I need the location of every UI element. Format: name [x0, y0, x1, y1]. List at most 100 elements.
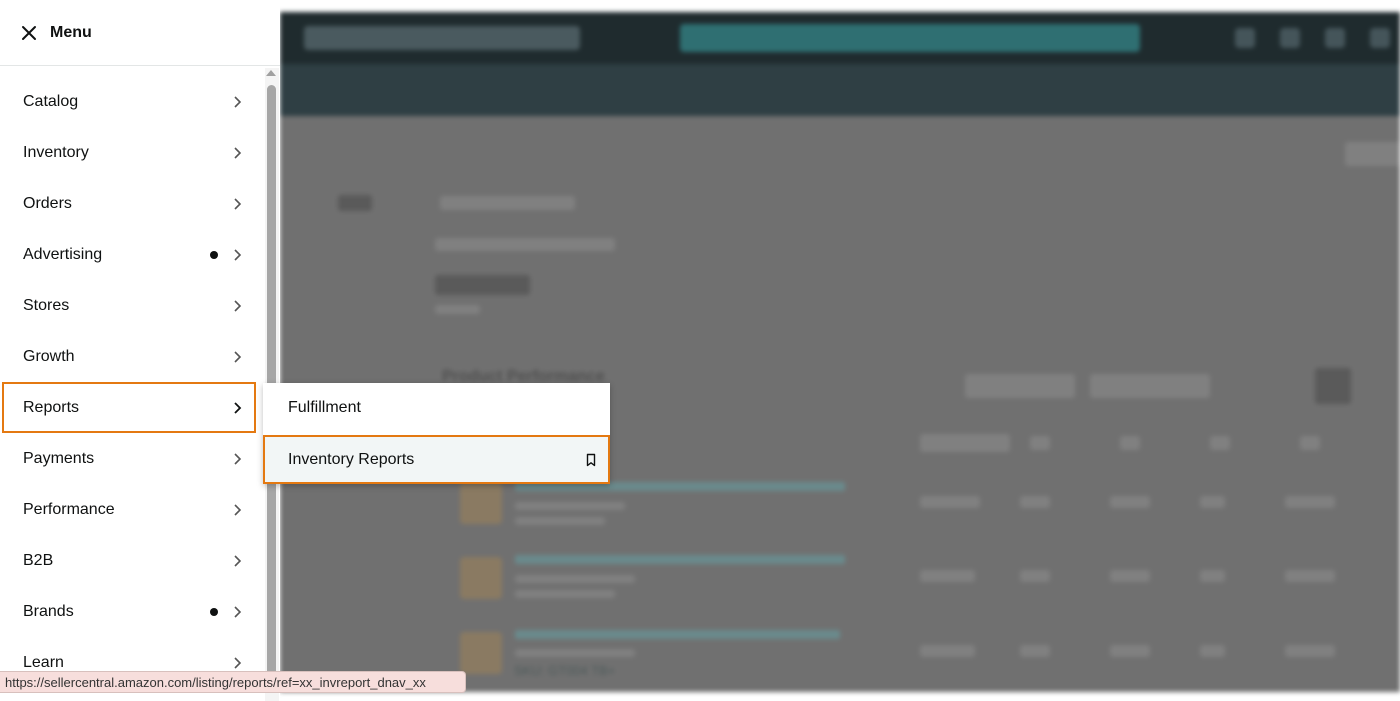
background-block [1030, 436, 1050, 450]
menu-item-reports[interactable]: Reports [2, 382, 256, 433]
background-block [338, 195, 372, 211]
side-menu: Menu Catalog Inventory Orders Advertisin… [0, 0, 280, 701]
reports-submenu: Fulfillment Inventory Reports [263, 383, 610, 484]
background-block [1020, 496, 1050, 508]
background-top-bar [280, 12, 1400, 64]
background-block [1120, 436, 1140, 450]
menu-item-performance[interactable]: Performance [0, 484, 264, 535]
background-block [920, 496, 980, 508]
close-icon[interactable] [20, 24, 38, 42]
menu-item-advertising[interactable]: Advertising [0, 229, 264, 280]
notification-dot [210, 607, 218, 616]
status-url: https://sellercentral.amazon.com/listing… [5, 674, 426, 690]
submenu-item-label: Inventory Reports [288, 450, 415, 468]
background-block [515, 575, 635, 583]
background-block [1300, 436, 1320, 450]
menu-item-label: Performance [23, 500, 115, 518]
background-thumbnail [460, 557, 502, 599]
menu-item-stores[interactable]: Stores [0, 280, 264, 331]
menu-item-label: B2B [23, 551, 54, 569]
chevron-right-icon [234, 95, 242, 108]
background-block [1200, 496, 1225, 508]
background-block [435, 238, 615, 251]
background-page: Product Performance SKU: GT004 TB+ [280, 12, 1400, 692]
chevron-right-icon [234, 656, 242, 669]
chevron-right-icon [234, 401, 242, 414]
background-thumbnail [460, 482, 502, 524]
background-thumbnail [460, 632, 502, 674]
background-block [920, 645, 975, 657]
background-block [1210, 436, 1230, 450]
submenu-item-label: Fulfillment [288, 398, 361, 416]
menu-title: Menu [50, 23, 92, 41]
menu-item-growth[interactable]: Growth [0, 331, 264, 382]
background-block [515, 502, 625, 510]
menu-item-label: Reports [23, 398, 80, 416]
background-link [515, 630, 840, 639]
chevron-right-icon [234, 350, 242, 363]
menu-item-label: Brands [23, 602, 74, 620]
menu-item-label: Payments [23, 449, 95, 467]
chevron-right-icon [234, 299, 242, 312]
menu-item-b2b[interactable]: B2B [0, 535, 264, 586]
status-url-bar: https://sellercentral.amazon.com/listing… [0, 671, 466, 693]
background-block [435, 305, 480, 314]
menu-item-label: Orders [23, 194, 72, 212]
background-block [515, 590, 615, 598]
background-block [965, 374, 1075, 398]
background-block [1315, 368, 1351, 404]
menu-item-brands[interactable]: Brands [0, 586, 264, 637]
background-icon [1235, 28, 1255, 48]
background-icon [1280, 28, 1300, 48]
background-link [515, 555, 845, 564]
background-block [1110, 570, 1150, 582]
background-block [1285, 570, 1335, 582]
background-block [1285, 645, 1335, 657]
menu-item-label: Stores [23, 296, 70, 314]
menu-item-inventory[interactable]: Inventory [0, 127, 264, 178]
menu-item-label: Learn [23, 653, 64, 671]
menu-item-label: Catalog [23, 92, 79, 110]
background-sku: SKU: GT004 TB+ [514, 663, 616, 678]
background-icon [1325, 28, 1345, 48]
background-block [1110, 645, 1150, 657]
chevron-right-icon [234, 197, 242, 210]
menu-item-payments[interactable]: Payments [0, 433, 264, 484]
scroll-up-arrow-icon[interactable] [266, 70, 276, 76]
chevron-right-icon [234, 452, 242, 465]
background-sub-bar [280, 64, 1400, 116]
background-block [1110, 496, 1150, 508]
chevron-right-icon [234, 248, 242, 261]
bookmark-icon[interactable] [584, 453, 598, 467]
background-block [1200, 645, 1225, 657]
background-block [1090, 374, 1210, 398]
background-block [1200, 570, 1225, 582]
background-block [1020, 645, 1050, 657]
background-block [440, 196, 575, 210]
submenu-item-inventory-reports[interactable]: Inventory Reports [263, 435, 610, 484]
background-block [920, 434, 1010, 452]
background-block [1345, 142, 1400, 166]
background-block [515, 517, 605, 525]
background-block [515, 649, 635, 657]
menu-item-label: Growth [23, 347, 75, 365]
menu-item-orders[interactable]: Orders [0, 178, 264, 229]
menu-item-label: Inventory [23, 143, 89, 161]
menu-item-catalog[interactable]: Catalog [0, 76, 264, 127]
chevron-right-icon [234, 554, 242, 567]
chevron-right-icon [234, 146, 242, 159]
background-logo [304, 26, 580, 50]
background-search [680, 24, 1140, 52]
submenu-item-fulfillment[interactable]: Fulfillment [263, 383, 610, 432]
background-block [920, 570, 975, 582]
notification-dot [210, 250, 218, 259]
background-block [1020, 570, 1050, 582]
background-block [1285, 496, 1335, 508]
chevron-right-icon [234, 503, 242, 516]
menu-header: Menu [0, 0, 280, 66]
menu-item-label: Advertising [23, 245, 103, 263]
background-block [435, 275, 530, 295]
menu-list: Catalog Inventory Orders Advertising Sto… [0, 76, 264, 688]
chevron-right-icon [234, 605, 242, 618]
background-icon [1370, 28, 1390, 48]
